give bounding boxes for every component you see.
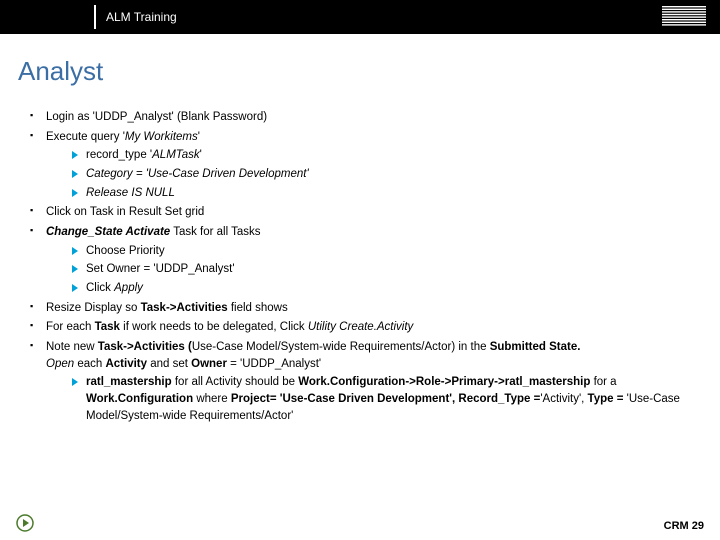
text: Note new — [46, 341, 98, 353]
text: Category = 'Use-Case Driven Development' — [86, 168, 309, 180]
list-item: For each Task if work needs to be delega… — [30, 319, 702, 336]
text: Release IS NULL — [86, 187, 175, 199]
text: Utility Create.Activity — [308, 321, 413, 333]
list-item: Execute query 'My Workitems' record_type… — [30, 129, 702, 202]
list-item: Release IS NULL — [72, 185, 702, 202]
text: for a — [590, 376, 616, 388]
list-item: Login as 'UDDP_Analyst' (Blank Password) — [30, 109, 702, 126]
list-item: Choose Priority — [72, 243, 702, 260]
slide-number: CRM 29 — [664, 520, 704, 532]
list-item: record_type 'ALMTask' — [72, 147, 702, 164]
text: For each — [46, 321, 95, 333]
ibm-logo-icon — [662, 6, 706, 31]
text: ratl_mastership — [86, 376, 172, 388]
text: Resize Display so — [46, 302, 141, 314]
list-item: ratl_mastership for all Activity should … — [72, 374, 702, 424]
list-item: Category = 'Use-Case Driven Development' — [72, 166, 702, 183]
next-slide-button[interactable] — [16, 514, 34, 532]
text: Work.Configuration->Role->Primary->ratl_… — [298, 376, 590, 388]
text: ' — [198, 131, 200, 143]
text: Work.Configuration — [86, 393, 193, 405]
content-area: Login as 'UDDP_Analyst' (Blank Password)… — [30, 109, 702, 424]
text: Execute query ' — [46, 131, 125, 143]
text: ' — [200, 149, 202, 161]
text: Choose Priority — [86, 245, 165, 257]
text: Owner — [191, 358, 227, 370]
text: 'Activity', — [540, 393, 587, 405]
text: Click on Task in Result Set grid — [46, 206, 204, 218]
text: Click — [86, 282, 114, 294]
text: field shows — [228, 302, 288, 314]
list-item: Change_State Activate Task for all Tasks… — [30, 224, 702, 297]
header-bar: ALM Training — [0, 0, 720, 34]
header-title: ALM Training — [106, 10, 177, 24]
text: ALMTask — [152, 149, 200, 161]
text: Task->Activities ( — [98, 341, 192, 353]
text: Project= 'Use-Case Driven Development', … — [231, 393, 540, 405]
text: Task — [95, 321, 120, 333]
list-item: Resize Display so Task->Activities field… — [30, 300, 702, 317]
page-title: Analyst — [18, 56, 720, 87]
text: Task->Activities — [141, 302, 228, 314]
text: Use-Case Model/System-wide Requirements/… — [192, 341, 490, 353]
header-divider — [94, 5, 96, 29]
text: record_type ' — [86, 149, 152, 161]
text: My Workitems — [125, 131, 198, 143]
text: Open — [46, 358, 74, 370]
text: Activity — [105, 358, 147, 370]
text: if work needs to be delegated, Click — [120, 321, 308, 333]
list-item: Note new Task->Activities (Use-Case Mode… — [30, 339, 702, 424]
text: and set — [147, 358, 191, 370]
list-item: Click Apply — [72, 280, 702, 297]
text: Set Owner = 'UDDP_Analyst' — [86, 263, 235, 275]
text: Task for all Tasks — [170, 226, 260, 238]
text: = 'UDDP_Analyst' — [227, 358, 321, 370]
text: Login as 'UDDP_Analyst' (Blank Password) — [46, 111, 267, 123]
text: Apply — [114, 282, 143, 294]
text: Change_State Activate — [46, 226, 170, 238]
text: Type = — [588, 393, 627, 405]
text: where — [193, 393, 231, 405]
text: for all Activity should be — [172, 376, 299, 388]
list-item: Click on Task in Result Set grid — [30, 204, 702, 221]
list-item: Set Owner = 'UDDP_Analyst' — [72, 261, 702, 278]
text: Submitted State. — [490, 341, 581, 353]
text: each — [74, 358, 105, 370]
